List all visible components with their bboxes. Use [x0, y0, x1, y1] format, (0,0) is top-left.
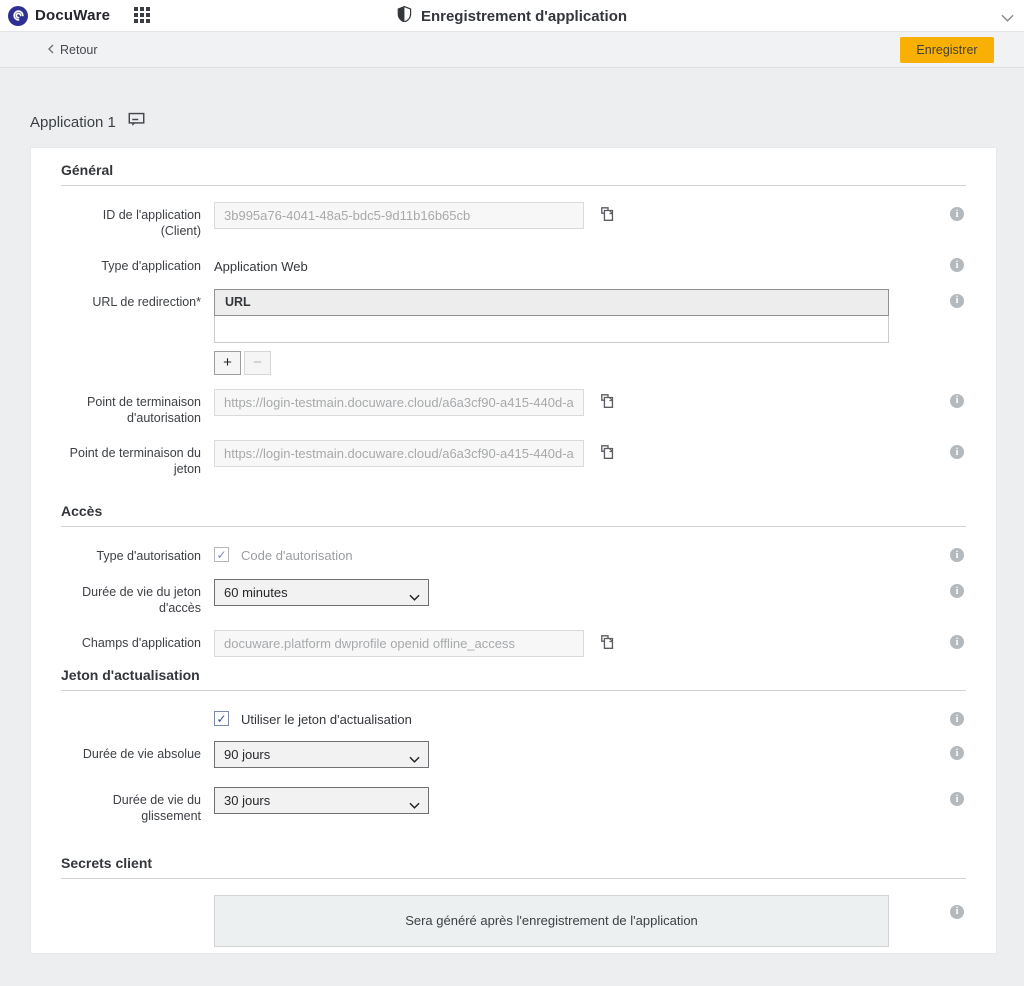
use-refresh-row: Utiliser le jeton d'actualisation i — [61, 707, 966, 727]
copy-scopes-icon[interactable] — [600, 634, 616, 656]
grant-type-row: Type d'autorisation Code d'autorisation … — [61, 543, 966, 565]
section-refresh-heading: Jeton d'actualisation — [61, 667, 966, 692]
absolute-lifetime-select[interactable]: 90 jours — [214, 741, 429, 769]
action-toolbar: Retour Enregistrer — [0, 32, 1024, 68]
app-type-label: Type d'application — [101, 259, 201, 274]
top-header: DocuWare Enregistrement d'application — [0, 0, 1024, 32]
secret-placeholder-text: Sera généré après l'enregistrement de l'… — [405, 913, 698, 928]
scopes-row: Champs d'application i — [61, 630, 966, 658]
chevron-down-icon — [409, 751, 420, 766]
auth-endpoint-input[interactable] — [214, 388, 584, 416]
use-refresh-checkbox-label: Utiliser le jeton d'actualisation — [241, 712, 412, 728]
sliding-lifetime-value: 30 jours — [224, 793, 271, 809]
info-icon[interactable]: i — [950, 393, 964, 408]
add-url-button[interactable]: + — [214, 350, 241, 375]
use-refresh-checkbox[interactable] — [214, 711, 229, 727]
chevron-down-icon — [409, 589, 420, 604]
client-id-input[interactable] — [214, 202, 584, 229]
info-icon[interactable]: i — [950, 635, 964, 650]
section-access-heading: Accès — [61, 503, 966, 528]
redirect-url-row: URL de redirection* URL + − i — [61, 288, 966, 375]
application-form-card: Général ID de l'application (Client) i T… — [30, 147, 997, 954]
sliding-lifetime-label: Durée de vie du glissement — [112, 793, 201, 823]
secrets-row: Sera généré après l'enregistrement de l'… — [61, 894, 966, 947]
apps-grid-icon[interactable] — [134, 6, 152, 25]
token-endpoint-label: Point de terminaison du jeton — [69, 446, 201, 476]
back-button[interactable]: Retour — [48, 42, 98, 57]
app-type-row: Type d'application Application Web i — [61, 253, 966, 275]
info-icon[interactable]: i — [950, 207, 964, 221]
collapse-chevron-icon[interactable] — [1001, 9, 1014, 27]
brand-name: DocuWare — [35, 7, 111, 24]
url-table-header: URL — [214, 288, 889, 316]
token-lifetime-select[interactable]: 60 minutes — [214, 579, 429, 606]
sliding-lifetime-select[interactable]: 30 jours — [214, 787, 429, 815]
info-icon[interactable]: i — [950, 548, 964, 563]
token-endpoint-row: Point de terminaison du jeton i — [61, 440, 966, 477]
info-icon[interactable]: i — [950, 792, 964, 807]
client-id-row: ID de l'application (Client) i — [61, 202, 966, 239]
token-lifetime-label: Durée de vie du jeton d'accès — [82, 585, 201, 615]
info-icon[interactable]: i — [950, 712, 964, 727]
section-general-heading: Général — [61, 162, 966, 186]
copy-auth-endpoint-icon[interactable] — [600, 393, 616, 415]
info-icon[interactable]: i — [950, 258, 964, 273]
grant-type-label: Type d'autorisation — [96, 549, 201, 564]
info-icon[interactable]: i — [950, 584, 964, 598]
page-title: Enregistrement d'application — [420, 7, 628, 25]
docuware-brand[interactable]: DocuWare — [0, 5, 111, 26]
info-icon[interactable]: i — [950, 904, 964, 919]
chevron-down-icon — [409, 797, 420, 812]
info-icon[interactable]: i — [950, 445, 964, 460]
absolute-lifetime-row: Durée de vie absolue 90 jours i — [61, 741, 966, 769]
auth-endpoint-label: Point de terminaison d'autorisation — [87, 394, 201, 425]
app-type-value: Application Web — [214, 259, 308, 275]
application-title: Application 1 — [30, 113, 116, 131]
rename-comment-icon[interactable] — [128, 112, 145, 132]
copy-client-id-icon[interactable] — [600, 206, 616, 228]
sliding-lifetime-row: Durée de vie du glissement 30 jours i — [61, 787, 966, 824]
token-lifetime-row: Durée de vie du jeton d'accès 60 minutes… — [61, 579, 966, 616]
redirect-url-label: URL de redirection* — [92, 294, 201, 309]
auth-code-checkbox-label: Code d'autorisation — [241, 548, 353, 564]
scopes-input[interactable] — [214, 630, 584, 658]
auth-code-checkbox[interactable] — [214, 547, 229, 563]
secret-placeholder-box: Sera généré après l'enregistrement de l'… — [214, 894, 889, 947]
scopes-label: Champs d'application — [81, 636, 201, 651]
token-endpoint-input[interactable] — [214, 440, 584, 468]
copy-token-endpoint-icon[interactable] — [600, 444, 616, 466]
back-label: Retour — [60, 42, 98, 57]
redirect-url-table: URL — [214, 288, 889, 343]
remove-url-button[interactable]: − — [244, 350, 271, 375]
client-id-label: ID de l'application (Client) — [102, 208, 201, 238]
section-secrets-heading: Secrets client — [61, 855, 966, 879]
url-table-empty-row[interactable] — [214, 315, 889, 343]
info-icon[interactable]: i — [950, 293, 964, 308]
token-lifetime-value: 60 minutes — [224, 585, 288, 600]
back-chevron-icon — [48, 42, 54, 57]
absolute-lifetime-value: 90 jours — [224, 747, 271, 763]
docuware-logo-icon — [8, 5, 28, 26]
save-button[interactable]: Enregistrer — [900, 36, 994, 63]
shield-icon — [397, 5, 412, 27]
absolute-lifetime-label: Durée de vie absolue — [82, 747, 201, 762]
auth-endpoint-row: Point de terminaison d'autorisation i — [61, 388, 966, 426]
info-icon[interactable]: i — [950, 746, 964, 761]
